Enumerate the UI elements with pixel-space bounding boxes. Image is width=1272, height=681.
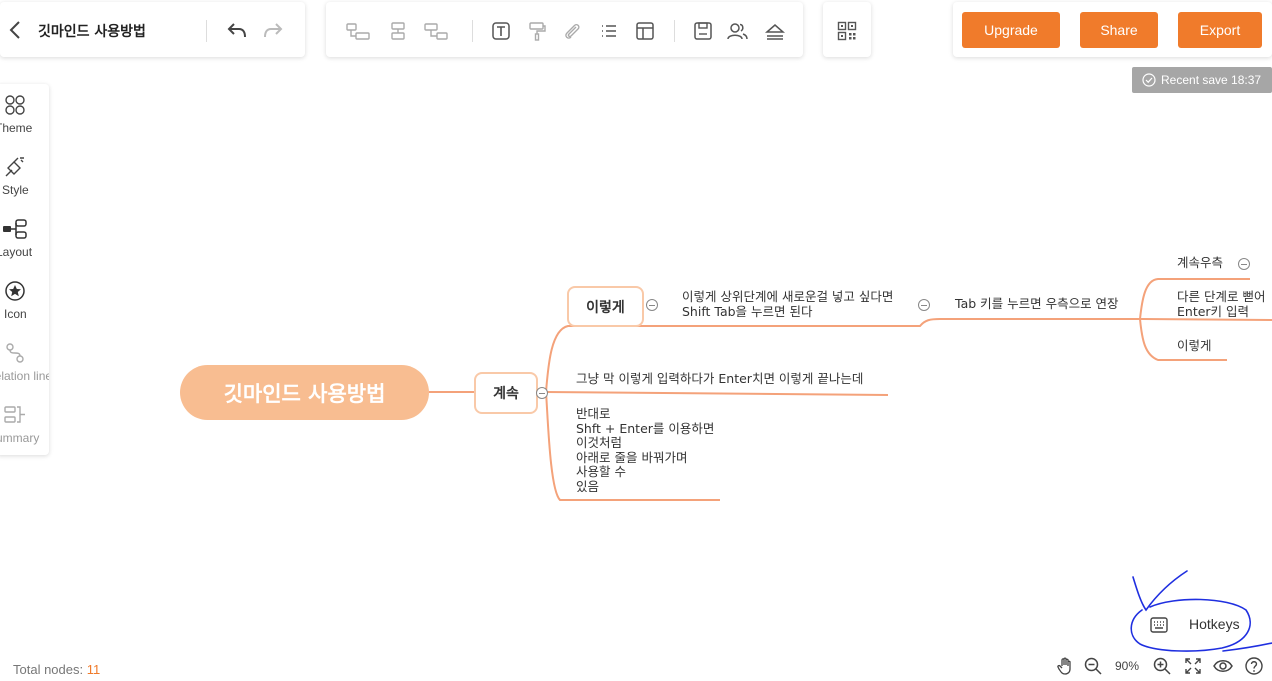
sidebar-item-label: Theme (0, 121, 33, 135)
redo-button[interactable] (262, 20, 286, 42)
save-icon (694, 22, 712, 40)
sidebar-item-layout[interactable]: Layout (0, 210, 49, 266)
check-circle-icon (1142, 73, 1156, 87)
qr-panel (823, 2, 871, 57)
style-icon (5, 157, 24, 177)
collapse-toggle-right-continue[interactable] (1238, 258, 1250, 270)
sidebar-item-label: Summary (0, 431, 40, 445)
sidebar-item-label: Icon (4, 307, 27, 321)
total-nodes-label: Total nodes: (13, 662, 87, 677)
sidebar-item-icon[interactable]: Icon (0, 272, 49, 328)
document-title[interactable]: 깃마인드 사용방법 (38, 21, 146, 41)
hand-cursor-icon (1057, 657, 1071, 675)
node-right-like-this[interactable]: 이렇게 (1177, 338, 1212, 354)
save-status-text: Recent save 18:37 (1161, 73, 1262, 87)
parent-topic-icon (346, 23, 370, 40)
node-enter-text[interactable]: 그냥 막 이렇게 입력하다가 Enter치면 이렇게 끝나는데 (576, 371, 863, 387)
node-tab-text[interactable]: Tab 키를 누르면 우측으로 연장 (955, 296, 1119, 312)
add-child-topic-button[interactable] (424, 20, 448, 42)
sibling-topic-icon (391, 22, 405, 40)
eject-icon (765, 24, 785, 40)
sidebar-item-label: Style (2, 183, 29, 197)
sidebar-item-relation-line[interactable]: Relation line (0, 334, 49, 390)
undo-icon (227, 23, 246, 38)
sidebar-item-summary[interactable]: Summary (0, 396, 49, 452)
eye-icon (1213, 660, 1233, 672)
paperclip-icon (565, 23, 580, 39)
layout-icon (3, 219, 27, 239)
star-icon (5, 281, 25, 301)
qr-code-icon (837, 21, 857, 41)
collapse-toggle-shift-tab[interactable] (918, 299, 930, 311)
sidebar-item-label: Relation line (0, 369, 49, 383)
back-button[interactable] (4, 18, 26, 42)
layout-panel-button[interactable] (633, 20, 657, 42)
node-multiline-text[interactable]: 반대로 Shft + Enter를 이용하면 이것처럼 아래로 줄을 바꿔가며 … (576, 406, 714, 494)
collapse-toggle-like-this[interactable] (646, 299, 658, 311)
preview-button[interactable] (1213, 656, 1233, 676)
help-button[interactable] (1244, 656, 1264, 676)
connector-lines (429, 278, 1272, 501)
editing-toolbar (326, 2, 803, 57)
summary-icon (4, 406, 25, 423)
users-icon (727, 23, 748, 40)
theme-icon (5, 95, 25, 115)
paint-roller-icon (529, 22, 546, 41)
add-parent-topic-button[interactable] (346, 20, 370, 42)
divider (674, 20, 675, 42)
upgrade-button[interactable]: Upgrade (962, 12, 1060, 48)
fit-to-screen-button[interactable] (1183, 656, 1203, 676)
node-right-continue[interactable]: 계속우측 (1177, 255, 1223, 271)
format-painter-button[interactable] (525, 20, 549, 42)
qr-code-button[interactable] (835, 20, 859, 42)
mindmap-canvas[interactable]: 깃마인드 사용방법 계속 이렇게 이렇게 상위단계에 새로운걸 넣고 싶다면 S… (0, 0, 1272, 681)
keyboard-icon (1150, 617, 1168, 633)
attachment-button[interactable] (560, 20, 584, 42)
hotkeys-label: Hotkeys (1189, 616, 1240, 632)
total-nodes-counter: Total nodes: 11 (13, 662, 100, 677)
branch-node-continue[interactable]: 계속 (474, 372, 538, 414)
text-icon (492, 22, 510, 40)
save-button[interactable] (691, 20, 715, 42)
sidebar-item-label: Layout (0, 245, 33, 259)
side-panel: Theme Style Layout Icon Relation line (0, 84, 49, 455)
zoom-in-icon (1153, 657, 1171, 675)
zoom-out-icon (1084, 657, 1102, 675)
share-button[interactable]: Share (1080, 12, 1158, 48)
total-nodes-count: 11 (86, 662, 101, 677)
collaborators-button[interactable] (726, 20, 750, 42)
undo-button[interactable] (226, 20, 250, 42)
sidebar-item-style[interactable]: Style (0, 148, 49, 204)
zoom-out-button[interactable] (1083, 656, 1103, 676)
layout-panel-icon (636, 22, 654, 40)
collapse-toggle-continue[interactable] (536, 387, 548, 399)
zoom-level[interactable]: 90% (1115, 659, 1139, 673)
chevron-left-icon (9, 21, 20, 39)
divider (206, 20, 207, 42)
save-status-badge: Recent save 18:37 (1132, 67, 1272, 93)
action-panel: Upgrade Share Export (953, 2, 1272, 57)
redo-icon (264, 23, 283, 38)
export-button[interactable]: Export (1178, 12, 1262, 48)
list-icon (602, 25, 616, 37)
list-button[interactable] (597, 20, 621, 42)
sidebar-item-theme[interactable]: Theme (0, 86, 49, 142)
title-panel: 깃마인드 사용방법 (0, 2, 305, 57)
zoom-in-button[interactable] (1152, 656, 1172, 676)
collapse-all-button[interactable] (763, 20, 787, 42)
child-topic-icon (424, 23, 448, 40)
divider (472, 20, 473, 42)
relation-line-icon (6, 343, 24, 363)
root-node[interactable]: 깃마인드 사용방법 (180, 365, 429, 420)
hotkeys-button[interactable]: Hotkeys (1138, 606, 1250, 644)
expand-icon (1185, 658, 1201, 674)
help-icon (1245, 657, 1263, 675)
node-shift-tab-text[interactable]: 이렇게 상위단계에 새로운걸 넣고 싶다면 Shift Tab을 누르면 된다 (682, 289, 893, 319)
text-button[interactable] (489, 20, 513, 42)
pan-mode-button[interactable] (1055, 656, 1075, 676)
branch-node-like-this[interactable]: 이렇게 (567, 286, 644, 327)
add-sibling-topic-button[interactable] (386, 20, 410, 42)
node-right-enter[interactable]: 다른 단계로 뻗어 Enter키 입력 (1177, 290, 1272, 319)
